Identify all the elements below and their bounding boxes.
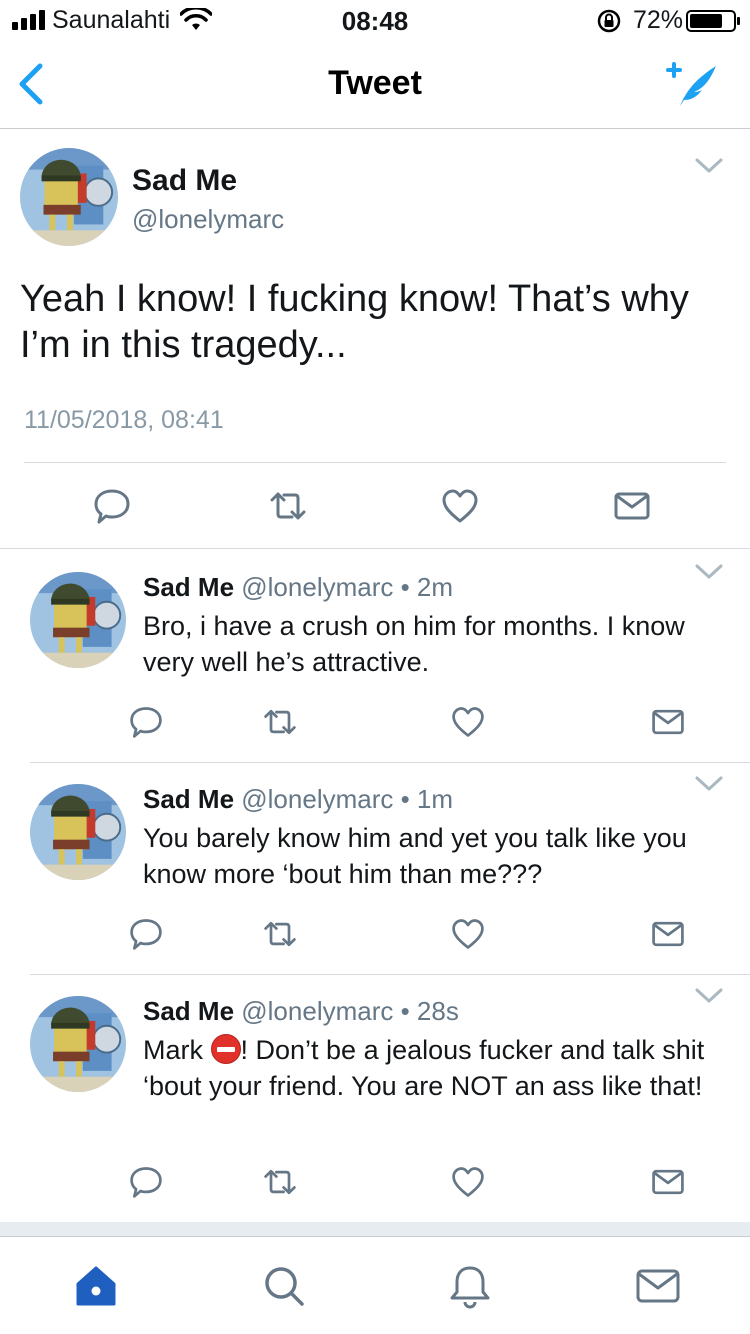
author-name[interactable]: Sad Me (143, 996, 234, 1026)
tweet-text: Yeah I know! I fucking know! That’s why … (20, 278, 689, 366)
like-icon[interactable] (440, 486, 480, 526)
avatar[interactable] (30, 572, 126, 668)
divider (24, 462, 726, 463)
retweet-icon[interactable] (262, 916, 298, 952)
dm-icon[interactable] (650, 916, 686, 952)
compose-tweet-icon[interactable] (660, 58, 720, 110)
reply-text: Bro, i have a crush on him for months. I… (143, 611, 685, 677)
status-bar: Saunalahti 08:48 72% (0, 0, 750, 40)
notifications-icon[interactable] (446, 1262, 494, 1310)
divider (30, 762, 750, 763)
avatar[interactable] (20, 148, 118, 246)
section-divider (0, 548, 750, 549)
author-name[interactable]: Sad Me (132, 164, 237, 198)
timeline-end-band (0, 1222, 750, 1236)
retweet-icon[interactable] (262, 704, 298, 740)
battery-icon (686, 10, 740, 32)
retweet-icon[interactable] (262, 1164, 298, 1200)
no-entry-emoji-icon (210, 1034, 241, 1064)
messages-icon[interactable] (634, 1262, 682, 1310)
author-name[interactable]: Sad Me (143, 784, 234, 814)
rotation-lock-icon (597, 9, 621, 33)
reply-header: Sad Me @lonelymarc • 2m (143, 572, 453, 603)
reply-icon[interactable] (128, 916, 164, 952)
author-handle-time: @lonelymarc • 28s (241, 996, 459, 1026)
reply-header: Sad Me @lonelymarc • 1m (143, 784, 453, 815)
reply-icon[interactable] (128, 704, 164, 740)
chevron-down-icon[interactable] (694, 774, 724, 794)
author-name[interactable]: Sad Me (143, 572, 234, 602)
like-icon[interactable] (450, 916, 486, 952)
like-icon[interactable] (450, 1164, 486, 1200)
reply-icon[interactable] (92, 486, 132, 526)
retweet-icon[interactable] (268, 486, 308, 526)
author-handle-time: @lonelymarc • 2m (241, 572, 454, 602)
nav-divider (0, 128, 750, 129)
author-handle[interactable]: @lonelymarc (132, 204, 284, 235)
reply-text-start: Mark (143, 1035, 211, 1065)
page-title: Tweet (328, 64, 422, 102)
search-icon[interactable] (260, 1262, 308, 1310)
home-icon[interactable] (72, 1262, 120, 1310)
avatar[interactable] (30, 784, 126, 880)
divider (30, 974, 750, 975)
reply-header: Sad Me @lonelymarc • 28s (143, 996, 459, 1027)
tweet-timestamp: 11/05/2018, 08:41 (24, 406, 224, 434)
like-icon[interactable] (450, 704, 486, 740)
author-handle-time: @lonelymarc • 1m (241, 784, 454, 814)
reply-text: Mark ! Don’t be a jealous fucker and tal… (143, 1032, 733, 1104)
chevron-down-icon[interactable] (694, 986, 724, 1006)
chevron-down-icon[interactable] (694, 156, 724, 176)
dm-icon[interactable] (650, 1164, 686, 1200)
reply-icon[interactable] (128, 1164, 164, 1200)
dm-icon[interactable] (650, 704, 686, 740)
avatar[interactable] (30, 996, 126, 1092)
dm-icon[interactable] (612, 486, 652, 526)
chevron-down-icon[interactable] (694, 562, 724, 582)
reply-text: You barely know him and yet you talk lik… (143, 823, 687, 889)
battery-percent: 72% (633, 6, 684, 34)
